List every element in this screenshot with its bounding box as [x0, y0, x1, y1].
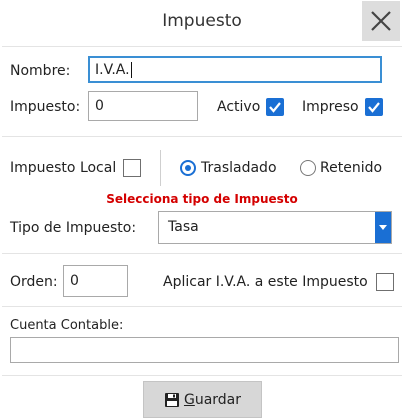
nombre-label: Nombre:: [10, 63, 71, 79]
save-label-rest: uardar: [194, 391, 242, 408]
trasladado-radio[interactable]: [180, 160, 196, 176]
divider: [2, 46, 402, 47]
divider: [2, 375, 402, 376]
activo-label: Activo: [217, 99, 261, 115]
chevron-down-icon[interactable]: [375, 212, 391, 243]
nombre-value: I.V.A.: [95, 61, 130, 78]
impuesto-label: Impuesto:: [10, 99, 81, 115]
checkmark-icon: [269, 102, 281, 113]
aplicar-checkbox[interactable]: [376, 273, 394, 291]
impuesto-local-label: Impuesto Local: [10, 160, 117, 176]
checkmark-icon: [368, 102, 380, 113]
divider: [2, 253, 402, 254]
orden-label: Orden:: [10, 274, 58, 290]
impreso-checkbox[interactable]: [365, 98, 383, 116]
impuesto-local-checkbox[interactable]: [123, 159, 141, 177]
close-icon: [371, 11, 391, 31]
close-button[interactable]: [362, 1, 400, 41]
tipo-select[interactable]: Tasa: [158, 211, 392, 244]
tipo-label: Tipo de Impuesto:: [10, 220, 137, 236]
divider: [2, 136, 402, 137]
retenido-radio[interactable]: [300, 160, 316, 176]
save-label: Guardar: [184, 392, 241, 408]
text-caret: [130, 61, 132, 78]
impreso-label: Impreso: [302, 99, 359, 115]
tipo-value: Tasa: [168, 219, 199, 235]
divider: [2, 306, 402, 307]
orden-input[interactable]: 0: [63, 265, 128, 297]
trasladado-label: Trasladado: [201, 160, 277, 176]
aplicar-label: Aplicar I.V.A. a este Impuesto: [163, 274, 368, 290]
floppy-disk-icon: [164, 392, 179, 407]
activo-checkbox[interactable]: [266, 98, 284, 116]
impuesto-input[interactable]: 0: [88, 91, 198, 121]
nombre-input[interactable]: I.V.A.: [88, 56, 382, 83]
orden-value: 0: [70, 273, 79, 289]
save-button[interactable]: Guardar: [143, 381, 262, 418]
cuenta-label: Cuenta Contable:: [10, 318, 124, 333]
cuenta-input[interactable]: [10, 337, 399, 363]
vertical-divider: [160, 150, 161, 186]
impuesto-value: 0: [95, 98, 104, 114]
save-mnemonic: G: [183, 391, 195, 408]
retenido-label: Retenido: [320, 160, 383, 176]
dialog-title: Impuesto: [162, 11, 242, 31]
tipo-hint: Selecciona tipo de Impuesto: [106, 192, 298, 206]
